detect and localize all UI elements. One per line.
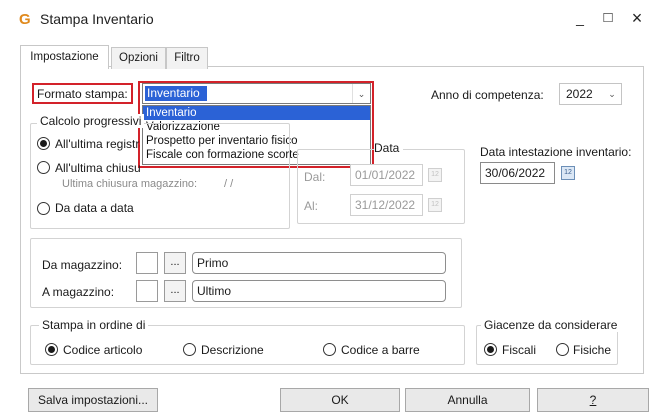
- chevron-down-icon[interactable]: ⌄: [352, 84, 370, 103]
- salva-impostazioni-button[interactable]: Salva impostazioni...: [28, 388, 158, 412]
- calendar-icon[interactable]: 12: [428, 198, 442, 212]
- anno-competenza-value: 2022: [566, 87, 593, 101]
- radio-fisiche[interactable]: [556, 343, 569, 356]
- formato-stampa-value: Inventario: [147, 86, 200, 100]
- formato-stampa-combo[interactable]: Inventario ⌄: [142, 83, 371, 104]
- tab-opzioni[interactable]: Opzioni: [111, 47, 166, 69]
- ultima-chiusura-label: Ultima chiusura magazzino:: [62, 178, 198, 190]
- option-descrizione: Descrizione: [201, 343, 264, 357]
- calcolo-progressivi-title: Calcolo progressivi: [37, 114, 145, 128]
- option-fiscali: Fiscali: [502, 343, 537, 357]
- radio-da-data-a-data[interactable]: [37, 202, 50, 215]
- dropdown-option-inventario[interactable]: Inventario: [143, 106, 370, 120]
- da-magazzino-browse-button[interactable]: ...: [164, 252, 186, 274]
- a-magazzino-label: A magazzino:: [42, 285, 115, 299]
- close-button[interactable]: ×: [622, 6, 652, 30]
- data-group-title: Data: [374, 141, 404, 155]
- giacenze-group-title: Giacenze da considerare: [481, 318, 621, 332]
- data-intestazione-field[interactable]: 30/06/2022: [480, 162, 555, 184]
- da-magazzino-code-field[interactable]: [136, 252, 158, 274]
- anno-competenza-label: Anno di competenza:: [431, 88, 544, 102]
- calendar-icon[interactable]: 12: [561, 166, 575, 180]
- option-codice-articolo: Codice articolo: [63, 343, 143, 357]
- minimize-button[interactable]: _: [565, 6, 595, 30]
- help-button[interactable]: ?: [537, 388, 649, 412]
- app-logo-icon: G: [19, 11, 31, 28]
- ok-button[interactable]: OK: [280, 388, 400, 412]
- ordine-group-title: Stampa in ordine di: [39, 318, 149, 332]
- window-title: Stampa Inventario: [40, 11, 154, 27]
- radio-codice-articolo[interactable]: [45, 343, 58, 356]
- a-magazzino-browse-button[interactable]: ...: [164, 280, 186, 302]
- ultima-chiusura-value: / /: [224, 178, 234, 190]
- chevron-down-icon[interactable]: ⌄: [603, 84, 621, 104]
- radio-descrizione[interactable]: [183, 343, 196, 356]
- da-magazzino-field[interactable]: Primo: [192, 252, 446, 274]
- tab-filtro[interactable]: Filtro: [166, 47, 208, 69]
- option-fisiche: Fisiche: [573, 343, 612, 357]
- option-ultima-registrazione: All'ultima registrazione: [55, 137, 140, 151]
- dal-label: Dal:: [304, 170, 326, 184]
- radio-codice-a-barre[interactable]: [323, 343, 336, 356]
- radio-fiscali[interactable]: [484, 343, 497, 356]
- data-intestazione-label: Data intestazione inventario:: [480, 145, 632, 159]
- option-codice-a-barre: Codice a barre: [341, 343, 420, 357]
- al-label: Al:: [304, 199, 319, 213]
- da-magazzino-label: Da magazzino:: [42, 258, 123, 272]
- maximize-button[interactable]: □: [593, 6, 623, 30]
- option-ultima-chiusura: All'ultima chiusura: [55, 161, 140, 175]
- radio-ultima-registrazione[interactable]: [37, 137, 50, 150]
- al-date-field[interactable]: 31/12/2022: [350, 194, 423, 216]
- option-da-data-a-data: Da data a data: [55, 201, 134, 215]
- anno-competenza-combo[interactable]: 2022 ⌄: [559, 83, 622, 105]
- a-magazzino-code-field[interactable]: [136, 280, 158, 302]
- radio-ultima-chiusura[interactable]: [37, 161, 50, 174]
- calendar-icon[interactable]: 12: [428, 168, 442, 182]
- dal-date-field[interactable]: 01/01/2022: [350, 164, 423, 186]
- tab-impostazione[interactable]: Impostazione: [20, 45, 109, 69]
- a-magazzino-field[interactable]: Ultimo: [192, 280, 446, 302]
- formato-stampa-label: Formato stampa:: [37, 87, 128, 101]
- annulla-button[interactable]: Annulla: [405, 388, 530, 412]
